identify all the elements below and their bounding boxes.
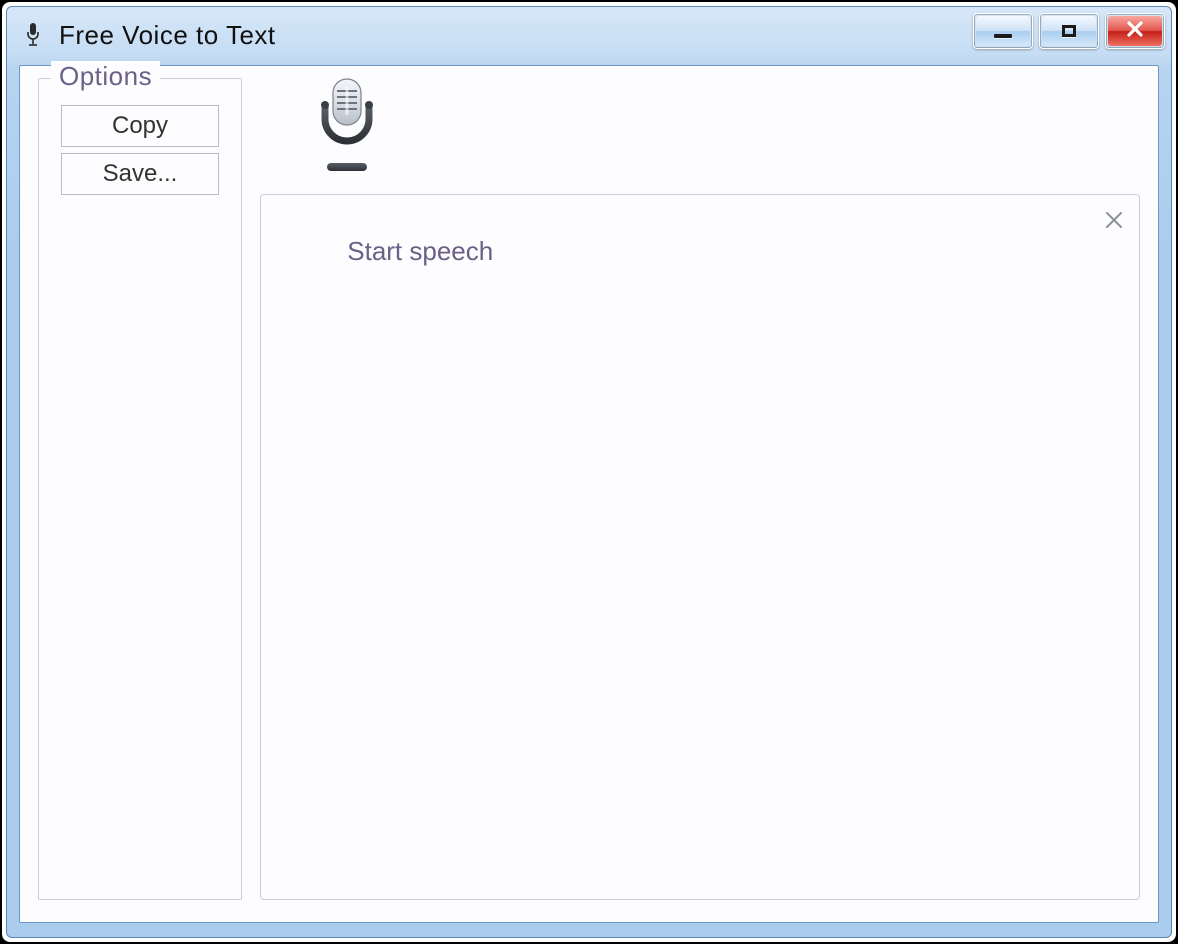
window-outer: Free Voice to Text (0, 0, 1178, 944)
window-controls (973, 13, 1165, 49)
minimize-icon (994, 34, 1012, 38)
maximize-icon (1062, 25, 1076, 37)
title-bar[interactable]: Free Voice to Text (7, 7, 1171, 63)
window-chrome: Free Voice to Text (6, 6, 1172, 938)
options-buttons-container: Copy Save... (39, 79, 241, 207)
options-legend: Options (51, 61, 160, 92)
main-area: Start speech (260, 78, 1140, 900)
microphone-icon[interactable] (302, 74, 392, 184)
clear-speech-button[interactable] (1101, 207, 1127, 233)
client-area: Options Copy Save... (19, 65, 1159, 923)
save-button[interactable]: Save... (61, 153, 219, 195)
maximize-button[interactable] (1039, 13, 1099, 49)
copy-button[interactable]: Copy (61, 105, 219, 147)
speech-placeholder: Start speech (347, 236, 493, 266)
speech-text-area[interactable]: Start speech (260, 194, 1140, 900)
close-icon (1104, 210, 1124, 230)
app-microphone-icon (21, 20, 45, 50)
close-button[interactable] (1105, 13, 1165, 49)
options-groupbox: Options Copy Save... (38, 78, 242, 900)
close-icon (1124, 18, 1146, 45)
window-title: Free Voice to Text (59, 20, 276, 51)
minimize-button[interactable] (973, 13, 1033, 49)
